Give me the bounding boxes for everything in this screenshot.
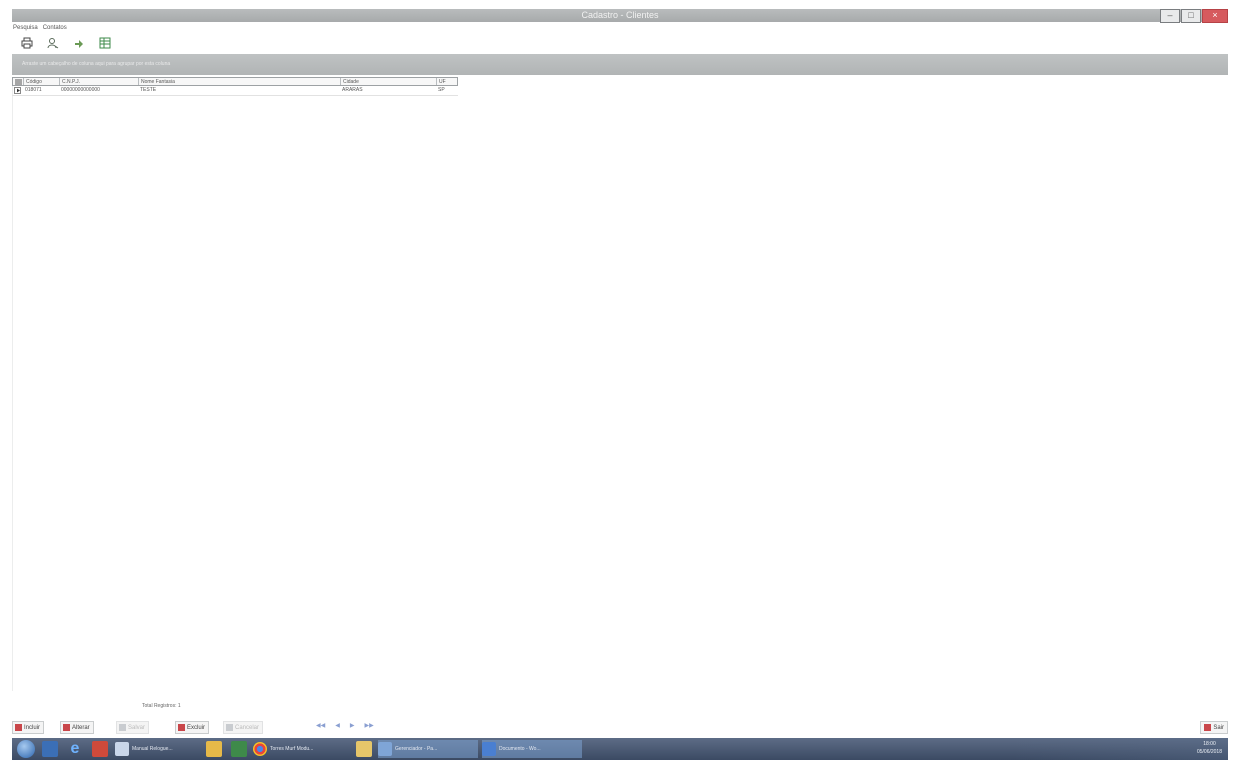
print-icon[interactable] — [20, 36, 34, 50]
cell-uf: SP — [438, 87, 445, 93]
excel-taskbar-icon[interactable] — [231, 741, 247, 757]
next-record-button[interactable]: ▶ — [350, 722, 355, 729]
prev-record-button[interactable]: ◀ — [335, 722, 340, 729]
cancel-icon — [226, 724, 233, 731]
document-icon — [115, 742, 129, 756]
cell-cidade: ARARAS — [342, 87, 363, 93]
grid-left-border — [12, 77, 13, 691]
sair-button[interactable]: Sair — [1200, 721, 1228, 734]
cell-codigo: 018071 — [25, 87, 42, 93]
excluir-button[interactable]: Excluir — [175, 721, 210, 734]
window-title: Cadastro - Clientes — [581, 10, 659, 20]
window-title-bar: Cadastro - Clientes – □ × — [12, 9, 1228, 23]
ie-icon[interactable]: e — [67, 741, 83, 757]
exit-icon — [1204, 724, 1212, 731]
user-search-icon[interactable] — [46, 36, 60, 50]
alterar-label: Alterar — [72, 724, 90, 731]
task-label: Gerenciador - Pa... — [395, 746, 438, 752]
chrome-icon — [253, 742, 267, 756]
explorer-icon[interactable] — [42, 741, 58, 757]
group-by-panel[interactable]: Arraste um cabeçalho de coluna aqui para… — [12, 54, 1228, 75]
menu-item-contatos[interactable]: Contatos — [43, 25, 67, 32]
column-header-nome-fantasia[interactable]: Nome Fantasia — [139, 78, 341, 85]
alterar-button[interactable]: Alterar — [60, 721, 94, 734]
excluir-label: Excluir — [187, 724, 206, 731]
salvar-label: Salvar — [128, 724, 146, 731]
total-records: Total Registros: 1 — [142, 703, 181, 709]
column-header-uf[interactable]: UF — [437, 78, 457, 85]
close-button[interactable]: × — [1202, 9, 1228, 23]
save-icon — [119, 724, 126, 731]
edit-icon — [63, 724, 70, 731]
last-record-button[interactable]: ▶▶ — [364, 722, 373, 729]
clock[interactable]: 18:00 05/06/2018 — [1197, 740, 1222, 756]
column-header-cidade[interactable]: Cidade — [341, 78, 437, 85]
folder-icon-2[interactable] — [356, 741, 372, 757]
grid-header: Código C.N.P.J. Nome Fantasia Cidade UF — [12, 77, 458, 86]
system-tray: 18:00 05/06/2018 — [1014, 738, 1228, 760]
column-header-codigo[interactable]: Código — [24, 78, 60, 85]
cell-cnpj: 00000000000000 — [61, 87, 100, 93]
window-controls: – □ × — [1159, 9, 1228, 23]
clients-grid: Código C.N.P.J. Nome Fantasia Cidade UF … — [12, 77, 458, 102]
grid-menu-icon[interactable] — [13, 78, 24, 85]
menu-item-pesquisa[interactable]: Pesquisa — [13, 25, 38, 32]
toolbar — [20, 36, 112, 50]
sair-label: Sair — [1213, 724, 1224, 731]
export-icon[interactable] — [72, 36, 86, 50]
task-manual[interactable]: Manual Relogue... — [115, 740, 199, 758]
clock-date: 05/06/2018 — [1196, 749, 1222, 755]
clock-time: 18:00 — [1203, 741, 1216, 747]
folder-icon[interactable] — [206, 741, 222, 757]
cancelar-button[interactable]: Cancelar — [223, 721, 264, 734]
start-button[interactable] — [17, 740, 35, 758]
menu-bar: Pesquisa Contatos — [13, 25, 67, 32]
group-by-hint: Arraste um cabeçalho de coluna aqui para… — [22, 61, 171, 67]
row-indicator — [12, 86, 23, 95]
cell-nome-fantasia: TESTE — [140, 87, 157, 93]
maximize-button[interactable]: □ — [1181, 9, 1201, 23]
minimize-button[interactable]: – — [1160, 9, 1180, 23]
add-icon — [15, 724, 22, 731]
incluir-button[interactable]: Incluir — [12, 721, 45, 734]
table-row[interactable]: 018071 00000000000000 TESTE ARARAS SP — [12, 86, 458, 96]
salvar-button[interactable]: Salvar — [116, 721, 150, 734]
taskbar: e Manual Relogue... Torres Murf Modu... … — [12, 738, 1228, 760]
excel-icon[interactable] — [98, 36, 112, 50]
record-navigation: ◀◀ ◀ ▶ ▶▶ — [316, 722, 374, 729]
first-record-button[interactable]: ◀◀ — [316, 722, 325, 729]
delete-icon — [178, 724, 185, 731]
column-header-cnpj[interactable]: C.N.P.J. — [60, 78, 139, 85]
app-icon — [378, 742, 392, 756]
task-chrome[interactable]: Torres Murf Modu... — [253, 740, 343, 758]
task-gerenciador[interactable]: Gerenciador - Pa... — [378, 740, 478, 758]
task-label: Manual Relogue... — [132, 746, 173, 752]
task-documento[interactable]: Documento - Wo... — [482, 740, 582, 758]
task-label: Torres Murf Modu... — [270, 746, 314, 752]
incluir-label: Incluir — [24, 724, 41, 731]
word-icon — [482, 742, 496, 756]
app-icon-red[interactable] — [92, 741, 108, 757]
action-bar: Incluir Alterar Salvar Excluir Cancelar … — [12, 719, 1228, 735]
cancelar-label: Cancelar — [235, 724, 260, 731]
task-label: Documento - Wo... — [499, 746, 541, 752]
